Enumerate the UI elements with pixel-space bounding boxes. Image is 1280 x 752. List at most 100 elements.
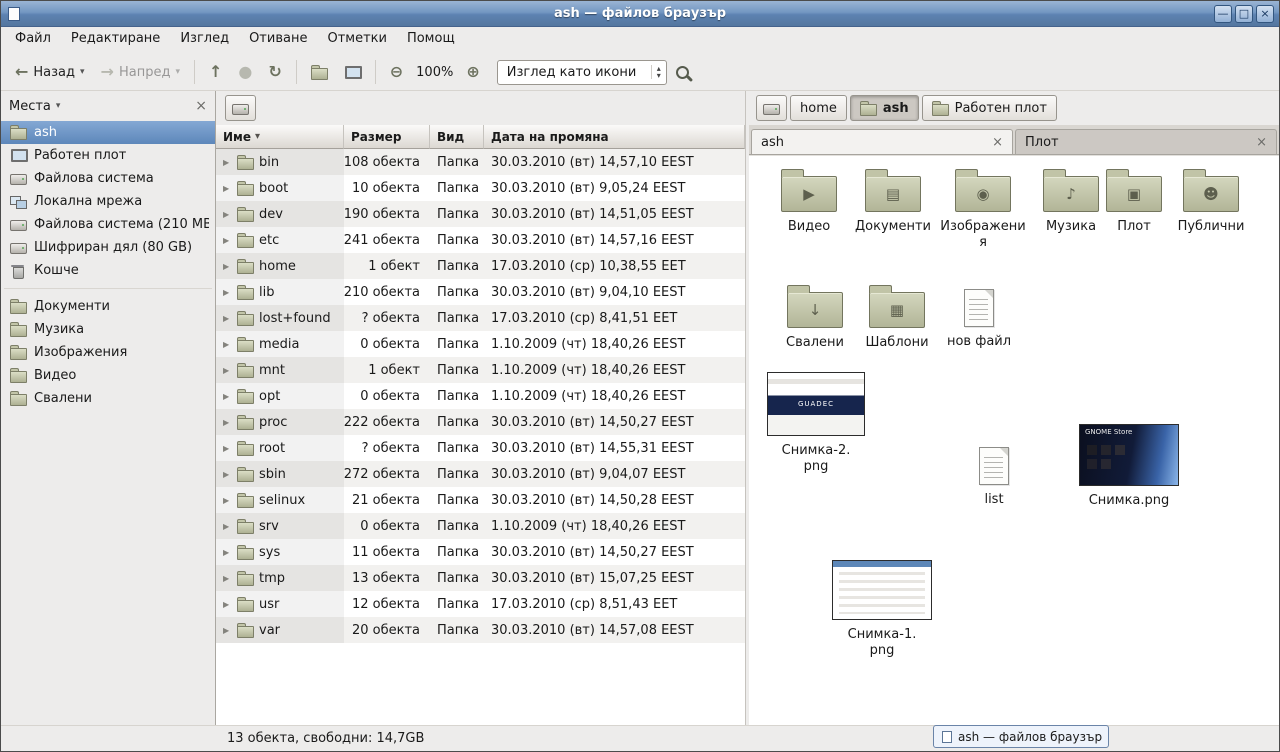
table-row[interactable]: ▶lost+found? обектаПапка17.03.2010 (ср) … bbox=[216, 305, 745, 331]
menu-item[interactable]: Файл bbox=[5, 27, 61, 54]
menu-item[interactable]: Отметки bbox=[317, 27, 396, 54]
home-button[interactable] bbox=[304, 61, 335, 84]
table-row[interactable]: ▶boot10 обектаПапка30.03.2010 (вт) 9,05,… bbox=[216, 175, 745, 201]
sidebar-item[interactable]: ash bbox=[1, 121, 215, 144]
expander-icon[interactable]: ▶ bbox=[223, 574, 232, 583]
sidebar-item[interactable]: Видео bbox=[1, 364, 215, 387]
file-icon-item[interactable]: ▶Видео bbox=[767, 166, 851, 235]
menu-item[interactable]: Отиване bbox=[239, 27, 317, 54]
table-row[interactable]: ▶tmp13 обектаПапка30.03.2010 (вт) 15,07,… bbox=[216, 565, 745, 591]
expander-icon[interactable]: ▶ bbox=[223, 314, 232, 323]
expander-icon[interactable]: ▶ bbox=[223, 340, 232, 349]
file-icon-item[interactable]: GNOME StoreСнимка.png bbox=[1073, 424, 1185, 509]
expander-icon[interactable]: ▶ bbox=[223, 600, 232, 609]
menu-item[interactable]: Редактиране bbox=[61, 27, 170, 54]
sidebar-item[interactable]: Кошче bbox=[1, 259, 215, 282]
sidebar-item[interactable]: Изображения bbox=[1, 341, 215, 364]
computer-button[interactable] bbox=[337, 61, 368, 84]
pathbar-button[interactable]: home bbox=[790, 95, 847, 121]
stop-button[interactable]: ● bbox=[231, 61, 259, 83]
table-row[interactable]: ▶usr12 обектаПапка17.03.2010 (ср) 8,51,4… bbox=[216, 591, 745, 617]
expander-icon[interactable]: ▶ bbox=[223, 184, 232, 193]
table-row[interactable]: ▶bin108 обектаПапка30.03.2010 (вт) 14,57… bbox=[216, 149, 745, 175]
sidebar-title[interactable]: Места bbox=[9, 99, 51, 114]
table-row[interactable]: ▶selinux21 обектаПапка30.03.2010 (вт) 14… bbox=[216, 487, 745, 513]
view-mode-select[interactable]: Изглед като икони ▴ ▾ bbox=[497, 60, 667, 85]
back-button[interactable]: ← Назад ▾ bbox=[8, 61, 92, 84]
table-row[interactable]: ▶root? обектаПапка30.03.2010 (вт) 14,55,… bbox=[216, 435, 745, 461]
sidebar-item[interactable]: Файлова система bbox=[1, 167, 215, 190]
table-row[interactable]: ▶sbin272 обектаПапка30.03.2010 (вт) 9,04… bbox=[216, 461, 745, 487]
expander-icon[interactable]: ▶ bbox=[223, 158, 232, 167]
tab[interactable]: Плот× bbox=[1015, 129, 1277, 154]
table-row[interactable]: ▶proc222 обектаПапка30.03.2010 (вт) 14,5… bbox=[216, 409, 745, 435]
table-row[interactable]: ▶etc241 обектаПапка30.03.2010 (вт) 14,57… bbox=[216, 227, 745, 253]
file-icon-item[interactable]: ◉Изображения bbox=[937, 166, 1029, 252]
up-button[interactable]: ↑ bbox=[202, 61, 229, 83]
file-icon-item[interactable]: ▣Плот bbox=[1101, 166, 1167, 235]
minimize-button[interactable]: — bbox=[1214, 5, 1232, 23]
expander-icon[interactable]: ▶ bbox=[223, 288, 232, 297]
menu-item[interactable]: Помощ bbox=[397, 27, 465, 54]
table-row[interactable]: ▶mnt1 обектПапка1.10.2009 (чт) 18,40,26 … bbox=[216, 357, 745, 383]
sidebar-item[interactable]: Файлова система (210 MB) bbox=[1, 213, 215, 236]
sidebar-item[interactable]: Работен плот bbox=[1, 144, 215, 167]
pathbar-button[interactable]: Работен плот bbox=[922, 95, 1057, 121]
taskbar-window-button[interactable]: ash — файлов браузър bbox=[933, 725, 1109, 748]
file-icon-item[interactable]: Снимка-1.png bbox=[829, 560, 935, 660]
tab-close-icon[interactable]: × bbox=[1256, 135, 1267, 150]
table-row[interactable]: ▶var20 обектаПапка30.03.2010 (вт) 14,57,… bbox=[216, 617, 745, 643]
expander-icon[interactable]: ▶ bbox=[223, 392, 232, 401]
file-icon-item[interactable]: list bbox=[961, 440, 1027, 508]
sidebar-close-icon[interactable]: × bbox=[195, 98, 207, 114]
table-row[interactable]: ▶dev190 обектаПапка30.03.2010 (вт) 14,51… bbox=[216, 201, 745, 227]
table-row[interactable]: ▶home1 обектПапка17.03.2010 (ср) 10,38,5… bbox=[216, 253, 745, 279]
table-row[interactable]: ▶media0 обектаПапка1.10.2009 (чт) 18,40,… bbox=[216, 331, 745, 357]
file-icon-item[interactable]: ↓Свалени bbox=[773, 282, 857, 351]
expander-icon[interactable]: ▶ bbox=[223, 418, 232, 427]
close-button[interactable]: × bbox=[1256, 5, 1274, 23]
type-cell: Папка bbox=[430, 591, 484, 617]
zoom-out-button[interactable]: ⊖ bbox=[383, 61, 410, 83]
maximize-button[interactable]: □ bbox=[1235, 5, 1253, 23]
menu-item[interactable]: Изглед bbox=[170, 27, 239, 54]
file-icon-item[interactable]: GUADECСнимка-2.png bbox=[763, 372, 869, 476]
file-icon-item[interactable]: ▤Документи bbox=[851, 166, 935, 235]
table-row[interactable]: ▶opt0 обектаПапка1.10.2009 (чт) 18,40,26… bbox=[216, 383, 745, 409]
sidebar-item[interactable]: Свалени bbox=[1, 387, 215, 410]
column-header[interactable]: Дата на промяна bbox=[484, 125, 745, 149]
column-header[interactable]: Вид bbox=[430, 125, 484, 149]
pathbar-button[interactable] bbox=[756, 95, 787, 121]
table-row[interactable]: ▶srv0 обектаПапка1.10.2009 (чт) 18,40,26… bbox=[216, 513, 745, 539]
sidebar-item[interactable]: Шифриран дял (80 GB) bbox=[1, 236, 215, 259]
expander-icon[interactable]: ▶ bbox=[223, 262, 232, 271]
sidebar-item[interactable]: Локална мрежа bbox=[1, 190, 215, 213]
file-icon-item[interactable]: нов файл bbox=[937, 282, 1021, 350]
column-header[interactable]: Име▾ bbox=[216, 125, 344, 149]
table-row[interactable]: ▶lib210 обектаПапка30.03.2010 (вт) 9,04,… bbox=[216, 279, 745, 305]
file-icon-item[interactable]: ▦Шаблони bbox=[855, 282, 939, 351]
forward-button[interactable]: → Напред ▾ bbox=[94, 61, 187, 84]
zoom-in-button[interactable]: ⊕ bbox=[459, 61, 486, 83]
pathbar-button[interactable]: ash bbox=[850, 95, 919, 121]
sidebar-item[interactable]: Музика bbox=[1, 318, 215, 341]
sidebar-item[interactable]: Документи bbox=[1, 295, 215, 318]
expander-icon[interactable]: ▶ bbox=[223, 626, 232, 635]
expander-icon[interactable]: ▶ bbox=[223, 366, 232, 375]
expander-icon[interactable]: ▶ bbox=[223, 548, 232, 557]
file-icon-item[interactable]: ☻Публични bbox=[1169, 166, 1253, 235]
tab-close-icon[interactable]: × bbox=[992, 135, 1003, 150]
expander-icon[interactable]: ▶ bbox=[223, 522, 232, 531]
expander-icon[interactable]: ▶ bbox=[223, 236, 232, 245]
table-row[interactable]: ▶sys11 обектаПапка30.03.2010 (вт) 14,50,… bbox=[216, 539, 745, 565]
pathbar-root-button[interactable] bbox=[225, 95, 256, 121]
expander-icon[interactable]: ▶ bbox=[223, 210, 232, 219]
expander-icon[interactable]: ▶ bbox=[223, 470, 232, 479]
titlebar[interactable]: ash — файлов браузър — □ × bbox=[1, 1, 1279, 27]
reload-button[interactable]: ↻ bbox=[261, 61, 288, 83]
search-button[interactable] bbox=[669, 62, 696, 83]
expander-icon[interactable]: ▶ bbox=[223, 496, 232, 505]
tab[interactable]: ash× bbox=[751, 129, 1013, 154]
column-header[interactable]: Размер bbox=[344, 125, 430, 149]
expander-icon[interactable]: ▶ bbox=[223, 444, 232, 453]
